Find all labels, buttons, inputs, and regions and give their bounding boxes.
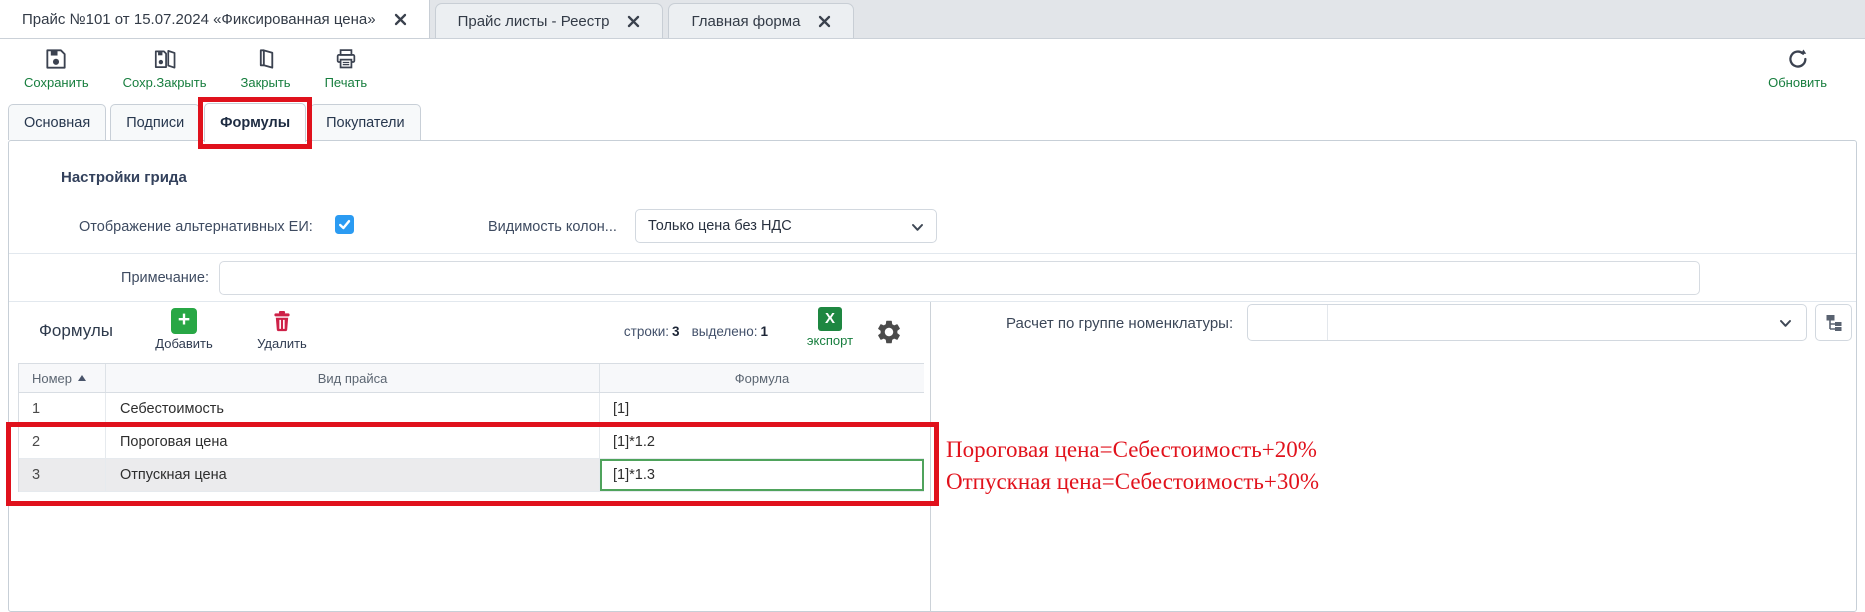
tab-label: Подписи <box>126 115 184 131</box>
formulas-tab-panel: Настройки грида Отображение альтернативн… <box>8 140 1857 612</box>
refresh-icon <box>1785 46 1811 72</box>
tab-label: Основная <box>24 115 90 131</box>
window-tab-price-document[interactable]: Прайс №101 от 15.07.2024 «Фиксированная … <box>0 0 430 38</box>
floppy-door-icon <box>152 46 178 72</box>
trash-icon <box>269 308 295 334</box>
close-icon[interactable] <box>627 15 640 28</box>
note-input[interactable] <box>219 261 1700 295</box>
close-icon[interactable] <box>394 13 407 26</box>
window-tab-bar: Прайс №101 от 15.07.2024 «Фиксированная … <box>0 0 1865 39</box>
cell-number: 1 <box>19 393 106 425</box>
tab-main[interactable]: Основная <box>8 104 106 140</box>
tab-label: Формулы <box>220 115 290 131</box>
tab-buyers[interactable]: Покупатели <box>310 104 420 140</box>
grid-settings-title: Настройки грида <box>61 169 187 186</box>
save-close-button[interactable]: Сохр.Закрыть <box>123 46 207 90</box>
nomenclature-group-combo[interactable] <box>1247 304 1807 341</box>
sort-ascending-icon <box>78 375 86 381</box>
refresh-button[interactable]: Обновить <box>1768 46 1827 90</box>
form-tab-bar: Основная Подписи Формулы Покупатели <box>8 95 421 140</box>
tab-signatures[interactable]: Подписи <box>110 104 200 140</box>
cell-number: 2 <box>19 426 106 458</box>
column-header-formula[interactable]: Формула <box>600 364 924 392</box>
window-tab-main-form[interactable]: Главная форма <box>668 3 854 38</box>
excel-export-button[interactable]: X экспорт <box>797 307 863 348</box>
formula-edit-cell[interactable]: [1]*1.3 <box>600 459 924 491</box>
window-tab-label: Прайс №101 от 15.07.2024 «Фиксированная … <box>22 11 376 28</box>
note-label: Примечание: <box>79 270 209 286</box>
table-row[interactable]: 1 Себестоимость [1] <box>19 393 924 426</box>
formulas-grid: Формулы + Добавить Удалить строки:3выдел… <box>9 302 931 612</box>
combo-code-segment <box>1248 305 1328 340</box>
window-tab-label: Главная форма <box>691 13 800 30</box>
floppy-disk-icon <box>43 46 69 72</box>
annotation-text: Пороговая цена=Себестоимость+20% Отпускн… <box>946 434 1319 498</box>
table-row-selected[interactable]: 3 Отпускная цена [1]*1.3 <box>19 459 924 492</box>
selected-count-value: 1 <box>760 324 768 339</box>
cell-formula: [1]*1.3 <box>600 459 924 491</box>
cell-price-type: Отпускная цена <box>106 459 600 491</box>
divider <box>9 253 1856 254</box>
chevron-down-icon <box>910 220 925 235</box>
cell-price-type: Пороговая цена <box>106 426 600 458</box>
tab-formulas[interactable]: Формулы <box>204 103 306 142</box>
selected-count-label: выделено: <box>692 324 758 339</box>
delete-row-button[interactable]: Удалить <box>235 308 329 351</box>
columns-visibility-select[interactable]: Только цена без НДС <box>635 209 937 243</box>
add-row-button[interactable]: + Добавить <box>137 308 231 351</box>
column-header-number[interactable]: Номер <box>19 364 106 392</box>
grid-title: Формулы <box>39 321 113 341</box>
tree-select-button[interactable] <box>1815 304 1852 341</box>
window-tab-label: Прайс листы - Реестр <box>458 13 610 30</box>
plus-icon: + <box>171 308 197 334</box>
gear-icon[interactable] <box>875 318 903 346</box>
check-icon <box>337 217 352 232</box>
hierarchy-tree-icon <box>1823 312 1845 334</box>
rows-count-value: 3 <box>672 324 680 339</box>
excel-icon: X <box>818 307 842 331</box>
open-door-icon <box>253 46 279 72</box>
app-window: Прайс №101 от 15.07.2024 «Фиксированная … <box>0 0 1865 612</box>
save-button[interactable]: Сохранить <box>24 46 89 90</box>
grid-counters: строки:3 выделено:1 <box>624 324 768 339</box>
window-tab-price-registry[interactable]: Прайс листы - Реестр <box>435 3 664 38</box>
cell-formula: [1] <box>600 393 924 425</box>
formulas-table: Номер Вид прайса Формула 1 Себестоимость… <box>18 363 924 492</box>
selected-option: Только цена без НДС <box>648 218 792 234</box>
cell-number: 3 <box>19 459 106 491</box>
alt-units-label: Отображение альтернативных ЕИ: <box>79 219 313 235</box>
column-header-price-type[interactable]: Вид прайса <box>106 364 600 392</box>
annotation-line: Отпускная цена=Себестоимость+30% <box>946 466 1319 498</box>
columns-visibility-label: Видимость колон... <box>488 219 617 235</box>
chevron-down-icon <box>1778 316 1793 331</box>
cell-formula: [1]*1.2 <box>600 426 924 458</box>
close-icon[interactable] <box>818 15 831 28</box>
alt-units-checkbox[interactable] <box>335 215 354 234</box>
tab-label: Покупатели <box>326 115 404 131</box>
print-button[interactable]: Печать <box>325 46 368 90</box>
close-form-button[interactable]: Закрыть <box>241 46 291 90</box>
rows-count-label: строки: <box>624 324 669 339</box>
table-header: Номер Вид прайса Формула <box>19 363 924 393</box>
printer-icon <box>333 46 359 72</box>
main-toolbar: Сохранить Сохр.Закрыть Закрыть <box>0 39 1865 96</box>
table-row[interactable]: 2 Пороговая цена [1]*1.2 <box>19 426 924 459</box>
cell-price-type: Себестоимость <box>106 393 600 425</box>
nomenclature-group-label: Расчет по группе номенклатуры: <box>1006 315 1233 332</box>
annotation-line: Пороговая цена=Себестоимость+20% <box>946 434 1319 466</box>
